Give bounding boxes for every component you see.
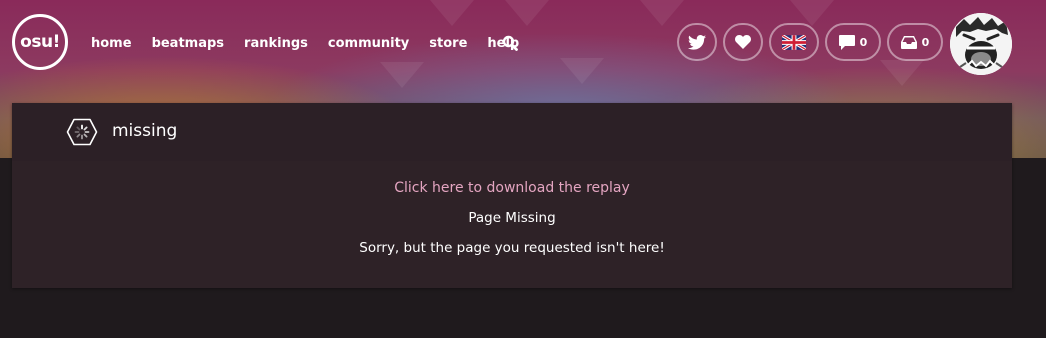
error-message: Sorry, but the page you requested isn't … <box>359 240 665 256</box>
twitter-icon <box>688 34 706 50</box>
chat-count: 0 <box>859 35 868 49</box>
nav-beatmaps[interactable]: beatmaps <box>152 36 224 51</box>
page-title: missing <box>112 121 178 141</box>
nav-home[interactable]: home <box>91 36 132 51</box>
content-panel: missing Click here to download the repla… <box>12 103 1012 288</box>
inbox-icon <box>900 35 917 49</box>
language-button[interactable] <box>769 23 819 61</box>
heart-icon <box>735 35 751 49</box>
nav-store[interactable]: store <box>429 36 467 51</box>
chat-bubble-icon <box>838 34 855 50</box>
user-avatar[interactable] <box>950 13 1012 75</box>
osu-logo[interactable]: osu! <box>12 14 68 70</box>
nav-rankings[interactable]: rankings <box>244 36 308 51</box>
notification-count: 0 <box>921 35 930 49</box>
spinner-hexagon-icon <box>66 118 98 146</box>
top-navigation: osu! home beatmaps rankings community st… <box>0 0 1046 88</box>
search-icon[interactable] <box>502 35 520 53</box>
notifications-button[interactable]: 0 <box>887 23 943 61</box>
twitter-button[interactable] <box>677 23 717 61</box>
main-menu: home beatmaps rankings community store h… <box>91 36 539 51</box>
page-header: missing <box>12 103 1012 161</box>
uk-flag-icon <box>782 34 806 50</box>
download-replay-link[interactable]: Click here to download the replay <box>12 180 1012 196</box>
nav-community[interactable]: community <box>328 36 409 51</box>
chat-button[interactable]: 0 <box>825 23 881 61</box>
error-heading: Page Missing <box>468 210 556 226</box>
support-button[interactable] <box>723 23 763 61</box>
